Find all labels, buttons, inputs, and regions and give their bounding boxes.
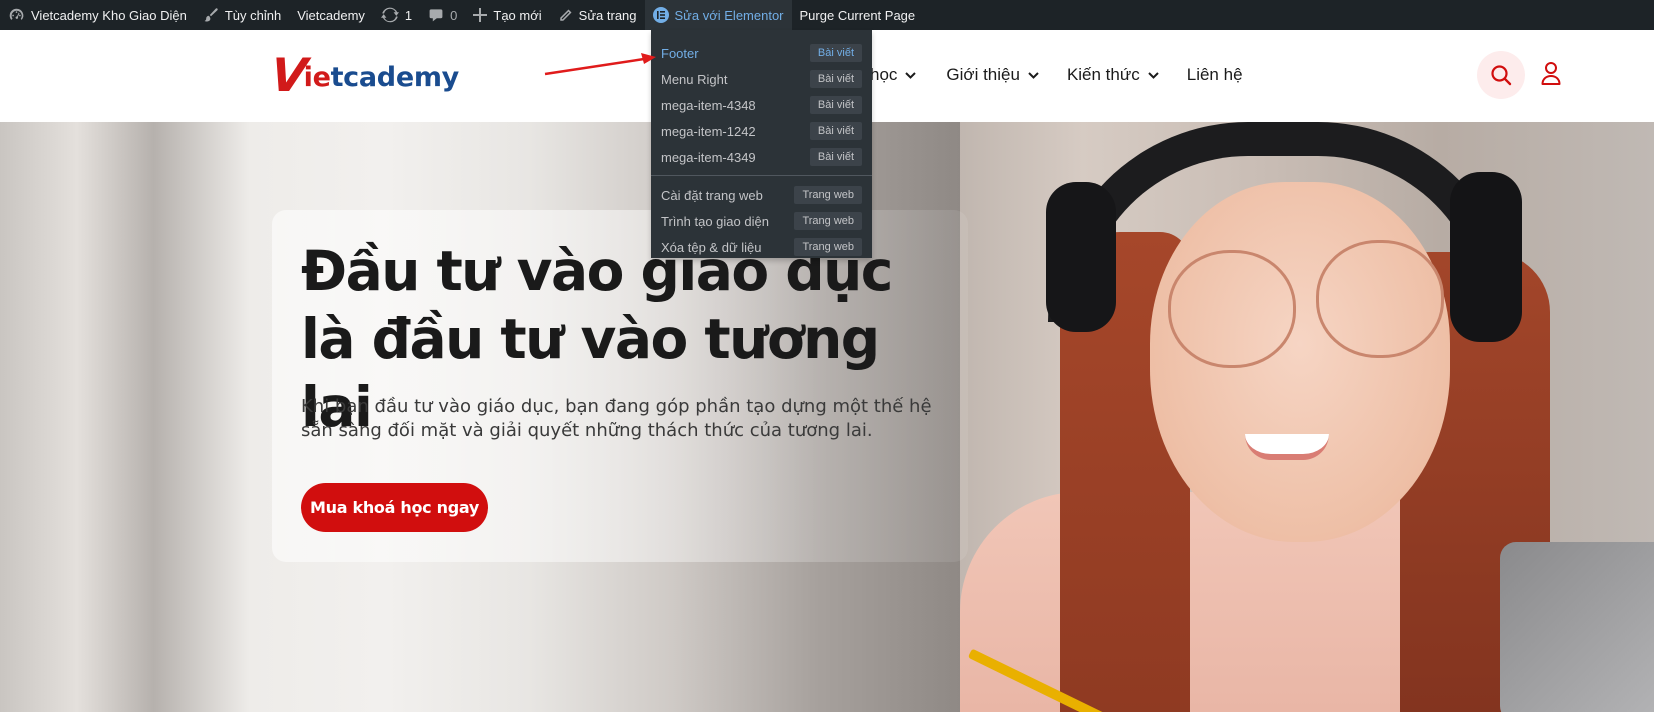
nav-item-knowledge[interactable]: Kiến thức [1067, 65, 1159, 85]
search-button[interactable] [1477, 51, 1525, 99]
nav-item-label: Kiến thức [1066, 65, 1140, 84]
dropdown-item-label: Cài đặt trang web [661, 187, 763, 203]
dropdown-item-label: Trình tạo giao diện [661, 213, 769, 229]
updates-icon [380, 7, 399, 23]
comment-icon [429, 9, 443, 22]
dropdown-item-tag: Bài viết [809, 70, 862, 88]
admin-edit-page[interactable]: Sửa trang [550, 0, 645, 30]
elementor-dropdown: Footer Bài viết Menu Right Bài viết mega… [651, 30, 872, 258]
dropdown-item-label: mega-item-1242 [661, 123, 756, 139]
hero-subtitle: Khi bạn đầu tư vào giáo dục, bạn đang gó… [301, 396, 932, 441]
dropdown-item-label: mega-item-4348 [661, 97, 756, 113]
dropdown-item-label: Xóa tệp & dữ liệu [661, 239, 762, 255]
dropdown-item-tag: Bài viết [809, 122, 862, 140]
dropdown-item-menu-right[interactable]: Menu Right Bài viết [651, 66, 872, 92]
logo-text: ietcademy [303, 62, 460, 93]
dropdown-item-label: mega-item-4349 [661, 149, 756, 165]
main-nav: học Giới thiệu Kiến thức Liên hệ [870, 65, 1271, 85]
dropdown-item-theme-builder[interactable]: Trình tạo giao diện Trang web [651, 208, 872, 234]
chevron-down-icon [1148, 71, 1159, 79]
admin-customize[interactable]: Tùy chỉnh [195, 0, 289, 30]
admin-updates[interactable]: 1 [373, 0, 420, 30]
dropdown-item-tag: Bài viết [809, 96, 862, 114]
admin-site-menu[interactable]: Vietcademy Kho Giao Diện [0, 0, 195, 30]
site-logo[interactable]: V ietcademy [268, 48, 460, 102]
dropdown-item-mega-4349[interactable]: mega-item-4349 Bài viết [651, 144, 872, 170]
dropdown-item-tag: Bài viết [809, 148, 862, 166]
admin-site-link-label: Vietcademy [297, 7, 365, 23]
pencil-icon [559, 9, 572, 21]
admin-new-label: Tạo mới [493, 7, 542, 23]
hero-photo-headphones [1046, 182, 1116, 332]
nav-item-label: Giới thiệu [946, 65, 1020, 84]
dropdown-item-mega-1242[interactable]: mega-item-1242 Bài viết [651, 118, 872, 144]
dropdown-item-tag: Trang web [794, 212, 862, 230]
dashboard-icon [9, 8, 24, 20]
nav-item-courses[interactable]: học [870, 65, 917, 85]
user-icon [1541, 62, 1561, 85]
admin-updates-count: 1 [404, 7, 413, 23]
dropdown-divider [651, 175, 872, 176]
admin-customize-label: Tùy chỉnh [224, 7, 282, 23]
plus-icon [473, 8, 488, 22]
search-icon [1491, 65, 1512, 86]
dropdown-item-site-settings[interactable]: Cài đặt trang web Trang web [651, 182, 872, 208]
dropdown-item-clear-files[interactable]: Xóa tệp & dữ liệu Trang web [651, 234, 872, 260]
buy-course-button[interactable]: Mua khoá học ngay [301, 483, 488, 532]
chevron-down-icon [905, 71, 917, 79]
dropdown-item-mega-4348[interactable]: mega-item-4348 Bài viết [651, 92, 872, 118]
admin-purge[interactable]: Purge Current Page [792, 0, 924, 30]
hero-photo-laptop [1500, 542, 1654, 712]
dropdown-item-tag: Bài viết [809, 44, 862, 62]
dropdown-item-label: Menu Right [661, 71, 728, 87]
wp-admin-bar: Vietcademy Kho Giao Diện Tùy chỉnh Vietc… [0, 0, 1654, 30]
dropdown-item-tag: Trang web [794, 238, 862, 256]
brush-icon [204, 8, 218, 22]
hero-photo-smile [1245, 434, 1329, 460]
account-button[interactable] [1539, 58, 1563, 88]
admin-edit-elementor[interactable]: Sửa với Elementor [644, 0, 792, 30]
admin-edit-page-label: Sửa trang [578, 7, 637, 23]
admin-comments-count: 0 [450, 7, 458, 23]
dropdown-item-tag: Trang web [794, 186, 862, 204]
chevron-down-icon [1028, 71, 1039, 79]
admin-site-name: Vietcademy Kho Giao Diện [31, 7, 187, 23]
nav-item-label: Liên hệ [1186, 65, 1243, 84]
nav-item-about[interactable]: Giới thiệu [946, 65, 1039, 85]
admin-edit-elementor-label: Sửa với Elementor [674, 7, 784, 23]
admin-comments[interactable]: 0 [420, 0, 465, 30]
logo-letter-v: V [268, 48, 310, 102]
elementor-icon [652, 7, 669, 23]
hero-photo-headphones [1450, 172, 1522, 342]
annotation-arrow-icon [544, 53, 656, 76]
nav-item-label: học [870, 65, 898, 84]
admin-site-link[interactable]: Vietcademy [289, 0, 373, 30]
nav-item-contact[interactable]: Liên hệ [1187, 65, 1243, 85]
dropdown-item-label: Footer [661, 45, 699, 61]
admin-new[interactable]: Tạo mới [465, 0, 549, 30]
admin-purge-label: Purge Current Page [799, 7, 916, 23]
dropdown-item-footer[interactable]: Footer Bài viết [651, 40, 872, 66]
